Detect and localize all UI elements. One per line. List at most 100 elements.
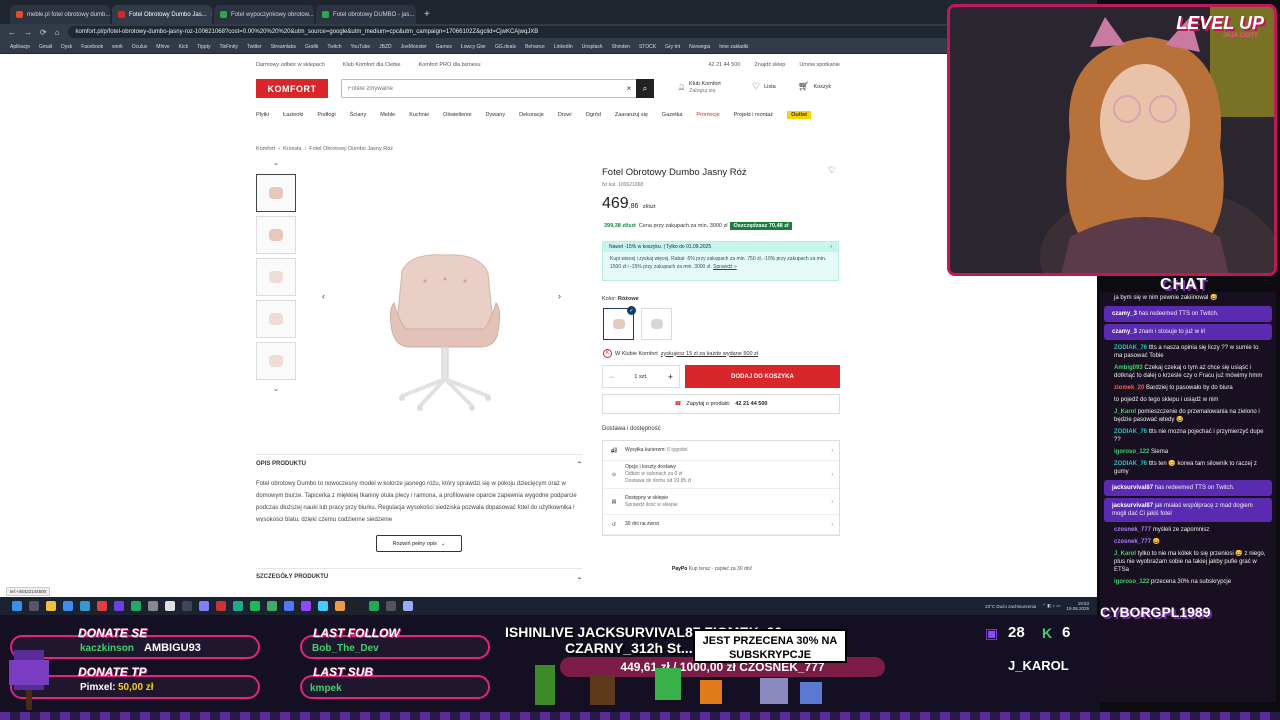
color-swatch-pink[interactable]: ✓ [603, 306, 636, 340]
chat-username[interactable]: czamy_3 [1112, 329, 1137, 335]
chevron-up-icon[interactable]: ⌃ [256, 162, 296, 174]
url-field[interactable]: komfort.pl/p/fotel-obrotowy-dumbo-jasny-… [67, 26, 1089, 38]
cart-link[interactable]: 🛒︎ Koszyk [798, 81, 831, 92]
bookmark-item[interactable]: Aplikacje [10, 44, 30, 50]
description-header[interactable]: OPIS PRODUKTU ⌃ [256, 454, 582, 468]
thumbnail[interactable] [256, 216, 296, 254]
bookmark-item[interactable]: Streamlabs [271, 44, 296, 50]
club-points-link[interactable]: zyskujesz 15 zł za każde wydane 500 zł [661, 351, 758, 357]
chrome-icon[interactable] [335, 601, 345, 611]
clock[interactable]: 19:53 19.08.2025 [1066, 601, 1089, 611]
bookmark-item[interactable]: Norwegia [689, 44, 710, 50]
bookmark-item[interactable]: TikFinity [220, 44, 238, 50]
bookmark-item[interactable]: YouTube [351, 44, 371, 50]
chat-username[interactable]: J_Karol [1114, 551, 1136, 557]
taskbar-app-icon[interactable] [352, 601, 362, 611]
category-link[interactable]: Ogród [586, 112, 601, 118]
category-link[interactable]: Zaaranżuj się [615, 112, 648, 118]
wishlist-link[interactable]: ♡ Lista [752, 81, 776, 92]
top-link-club[interactable]: Klub Komfort dla Ciebie [343, 62, 401, 68]
bookmark-item[interactable]: JoeMonster [401, 44, 427, 50]
bookmark-item[interactable]: Łowcy Gier [461, 44, 486, 50]
bookmark-item[interactable]: Shinden [612, 44, 630, 50]
delivery-row[interactable]: ↺ 30 dni na zwrot › [603, 515, 839, 535]
komfort-logo[interactable]: KOMFORT [256, 79, 328, 98]
gallery-prev-icon[interactable]: ‹ [322, 291, 325, 301]
bookmark-item[interactable]: Unsplash [582, 44, 603, 50]
delivery-row[interactable]: ▤ Dostępny w sklepie Sprawdź ilość w skle… [603, 489, 839, 515]
taskbar-app-icon[interactable] [63, 601, 73, 611]
thumbnail[interactable] [256, 300, 296, 338]
bookmark-item[interactable]: STOCK [639, 44, 656, 50]
taskbar-app-icon[interactable] [233, 601, 243, 611]
taskbar-app-icon[interactable] [284, 601, 294, 611]
bookmark-item[interactable]: Twitter [247, 44, 262, 50]
category-link[interactable]: Ściany [350, 112, 367, 118]
breadcrumb-home[interactable]: Komfort [256, 146, 275, 152]
plus-icon[interactable]: + [668, 372, 673, 382]
browser-tab[interactable]: meble.pl fotel obrotowy dumb...× [10, 5, 110, 24]
bookmark-item[interactable]: Twitch [327, 44, 341, 50]
spotify-icon[interactable] [250, 601, 260, 611]
ask-product-button[interactable]: ☎ Zapytaj o produkt: 42 21 44 500 [602, 394, 840, 414]
category-link[interactable]: Oświetlenie [443, 112, 471, 118]
chat-username[interactable]: jacksurvival87 [1112, 503, 1153, 509]
bookmark-item[interactable]: Facebook [81, 44, 103, 50]
twitch-icon[interactable] [301, 601, 311, 611]
category-link[interactable]: Łazienki [283, 112, 303, 118]
gallery-next-icon[interactable]: › [558, 291, 561, 301]
bookmark-item[interactable]: Oculus [132, 44, 148, 50]
reload-icon[interactable]: ⟳ [40, 28, 47, 37]
bookmark-item[interactable]: Mhive [156, 44, 169, 50]
thumbnail[interactable] [256, 174, 296, 212]
chat-username[interactable]: Ambig093 [1114, 365, 1143, 371]
bookmark-item[interactable]: Tippty [197, 44, 210, 50]
browser-tab[interactable]: Fotel wypoczynkowy obrotow... × [214, 5, 314, 24]
taskbar-app-icon[interactable] [148, 601, 158, 611]
bookmark-item[interactable]: JBZD [379, 44, 392, 50]
quantity-value[interactable]: 1 szt. [634, 374, 647, 380]
bookmark-item[interactable]: Gmail [39, 44, 52, 50]
taskbar-app-icon[interactable] [403, 601, 413, 611]
taskbar-app-icon[interactable] [267, 601, 277, 611]
bookmark-item[interactable]: GG.deals [495, 44, 516, 50]
category-link[interactable]: Dekoracje [519, 112, 544, 118]
appointment-link[interactable]: Umów spotkanie [799, 62, 840, 68]
promo-link[interactable]: Sprawdź » [713, 264, 737, 270]
phone-link[interactable]: 42 21 44 500 [708, 62, 740, 68]
category-link[interactable]: Dywany [486, 112, 506, 118]
promo-box[interactable]: Nawet -15% w koszyku. | Tylko do 01.09.2… [602, 241, 839, 281]
chat-username[interactable]: ZODIAK_76 [1114, 345, 1147, 351]
category-link[interactable]: Kuchnie [409, 112, 429, 118]
chat-username[interactable]: ZODIAK_76 [1114, 461, 1147, 467]
bookmark-item[interactable]: Kick [179, 44, 188, 50]
bookmark-item[interactable]: LinkedIn [554, 44, 573, 50]
chat-username[interactable]: ziomek_20 [1114, 385, 1144, 391]
category-link[interactable]: Meble [380, 112, 395, 118]
taskbar-app-icon[interactable] [199, 601, 209, 611]
bookmark-item[interactable]: Grafik [305, 44, 318, 50]
tray-icons[interactable]: ⌃ ◧ ♪ ▭ [1042, 603, 1060, 609]
delivery-row[interactable]: 🚚︎ Wysyłka kurierem: 6 tygodni › [603, 441, 839, 461]
close-icon[interactable]: × [211, 12, 212, 18]
bookmark-item[interactable]: Inne zakładki [719, 44, 748, 50]
color-swatch-grey[interactable] [641, 308, 672, 340]
chat-username[interactable]: igoroso_122 [1114, 579, 1149, 585]
chat-username[interactable]: igoroso_122 [1114, 449, 1149, 455]
minus-icon[interactable]: − [609, 372, 614, 382]
bookmark-item[interactable]: Behance [525, 44, 545, 50]
bookmark-item[interactable]: Gry tnt [665, 44, 680, 50]
category-link[interactable]: Drzwi [558, 112, 572, 118]
browser-tab[interactable]: Fotel obrotowy DUMBO - jas...× [316, 5, 416, 24]
chat-username[interactable]: czosnek_777 [1114, 539, 1151, 545]
taskbar-app-icon[interactable] [318, 601, 328, 611]
taskbar-app-icon[interactable] [216, 601, 226, 611]
taskbar-app-icon[interactable] [369, 601, 379, 611]
heart-icon[interactable]: ♡ [828, 165, 836, 176]
bookmark-item[interactable]: Games [436, 44, 452, 50]
category-link[interactable]: Gazetka [662, 112, 682, 118]
thumbnail[interactable] [256, 258, 296, 296]
bookmark-item[interactable]: work [112, 44, 123, 50]
delivery-row[interactable]: ⊙ Opcje i koszty dostawy Odbiór w salonac… [603, 461, 839, 489]
thumbnail[interactable] [256, 342, 296, 380]
